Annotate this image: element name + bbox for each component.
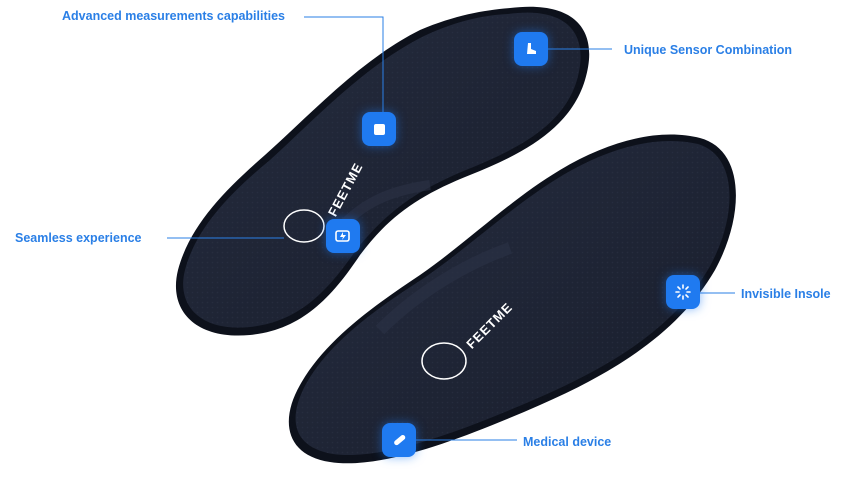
callout-seamless-experience: Seamless experience — [15, 231, 142, 245]
seamless-experience-badge[interactable] — [326, 219, 360, 253]
square-sensor-icon — [373, 123, 385, 135]
unique-sensor-badge[interactable] — [514, 32, 548, 66]
product-illustration: FEETME FEETME Advanced measurements capa… — [0, 0, 843, 473]
callout-invisible-insole: Invisible Insole — [741, 287, 831, 301]
pill-capsule-icon — [394, 434, 406, 446]
loading-spinner-icon — [675, 284, 691, 300]
callout-advanced-measurements: Advanced measurements capabilities — [62, 9, 286, 23]
advanced-measurement-badge[interactable] — [362, 112, 396, 146]
invisible-insole-badge[interactable] — [666, 275, 700, 309]
foot-icon — [527, 43, 536, 54]
callout-medical-device: Medical device — [523, 435, 612, 449]
callout-unique-sensor: Unique Sensor Combination — [624, 43, 793, 57]
medical-device-badge[interactable] — [382, 423, 416, 457]
battery-charging-icon — [335, 230, 350, 242]
